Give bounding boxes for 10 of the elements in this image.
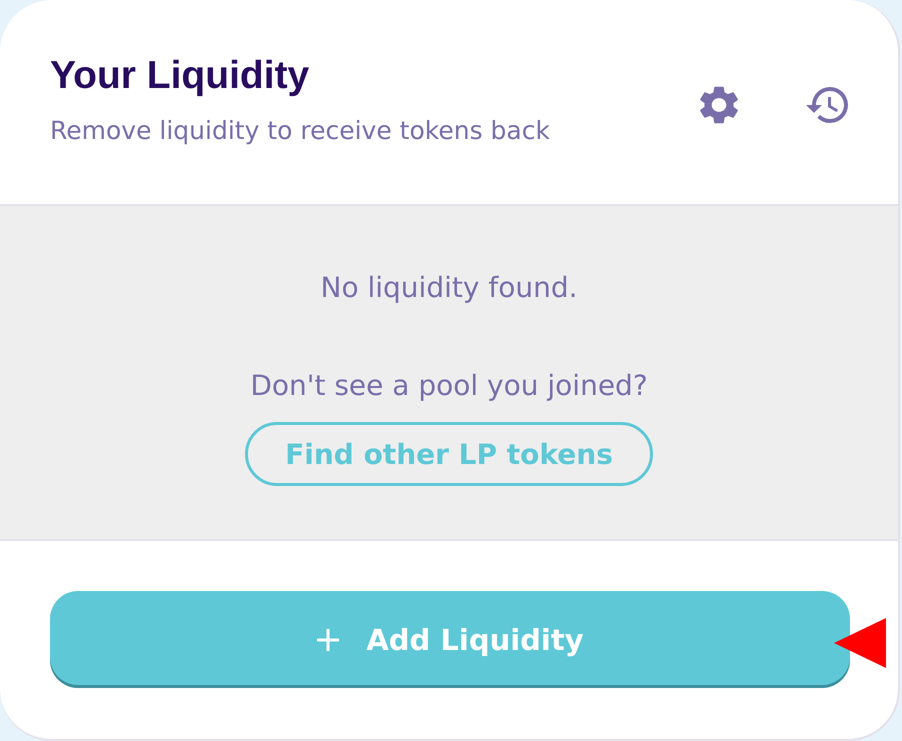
plus-icon [316,628,340,652]
empty-message: No liquidity found. [320,270,578,306]
page-title: Your Liquidity [50,53,310,99]
pool-prompt: Don't see a pool you joined? [250,368,648,404]
triangle-pointer-icon [834,618,886,668]
settings-icon[interactable] [700,86,738,124]
find-tokens-button[interactable]: Find other LP tokens [245,422,653,486]
page-subtitle: Remove liquidity to receive tokens back [50,116,550,146]
history-icon[interactable] [806,87,848,123]
add-liquidity-button[interactable]: Add Liquidity [50,591,850,688]
